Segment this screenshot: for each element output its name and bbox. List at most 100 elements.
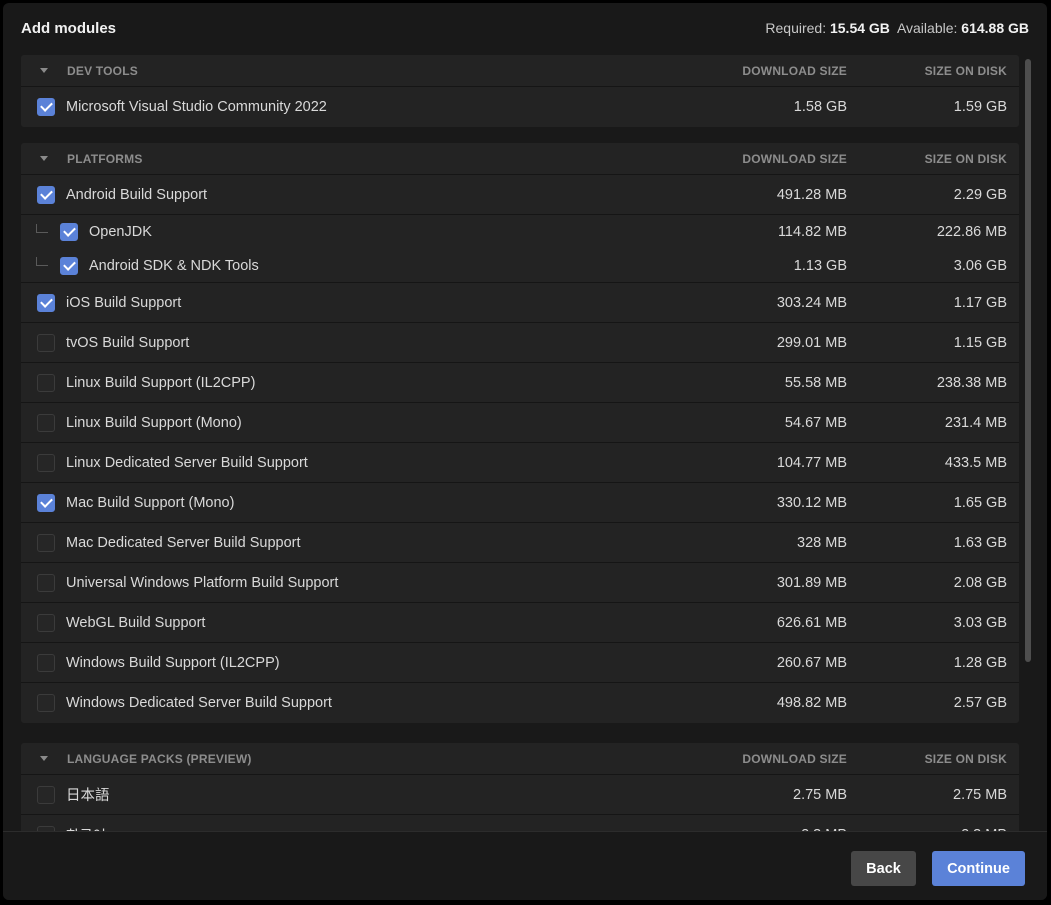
available-value: 614.88 GB bbox=[961, 20, 1029, 36]
modules-list[interactable]: DEV TOOLS DOWNLOAD SIZE SIZE ON DISK Micros… bbox=[3, 53, 1047, 831]
available-label: Available: bbox=[896, 20, 958, 36]
continue-button[interactable]: Continue bbox=[932, 851, 1025, 886]
module-name: Linux Dedicated Server Build Support bbox=[66, 454, 308, 471]
collapse-caret-icon[interactable] bbox=[40, 68, 48, 73]
module-name: Android SDK & NDK Tools bbox=[89, 257, 259, 274]
column-download-size: DOWNLOAD SIZE bbox=[742, 63, 847, 78]
module-row-item[interactable]: 한국어2.3 MB2.3 MB bbox=[21, 815, 1019, 831]
module-checkbox[interactable] bbox=[37, 413, 55, 432]
module-size-on-disk: 2.29 GB bbox=[953, 186, 1007, 203]
module-size-on-disk: 1.65 GB bbox=[953, 494, 1007, 511]
column-size-on-disk: SIZE ON DISK bbox=[924, 151, 1007, 166]
module-checkbox[interactable] bbox=[37, 373, 55, 392]
module-name: Windows Dedicated Server Build Support bbox=[66, 695, 332, 711]
top-bar: Add modules Required: 15.54 GB Available… bbox=[3, 3, 1047, 53]
column-download-size: DOWNLOAD SIZE bbox=[742, 751, 847, 766]
module-checkbox[interactable] bbox=[37, 533, 55, 552]
vertical-scrollbar[interactable] bbox=[1025, 59, 1031, 662]
module-row-webgl-build-support[interactable]: WebGL Build Support 626.61 MB 3.03 GB bbox=[21, 603, 1019, 643]
module-download-size: 114.82 MB bbox=[777, 224, 847, 240]
required-value: 15.54 GB bbox=[829, 20, 890, 36]
module-download-size: 303.24 MB bbox=[776, 294, 847, 311]
module-name: Linux Build Support (Mono) bbox=[66, 414, 242, 431]
module-name: Microsoft Visual Studio Community 2022 bbox=[66, 99, 327, 115]
module-size-on-disk: 238.38 MB bbox=[936, 374, 1007, 391]
section-header[interactable]: PLATFORMS DOWNLOAD SIZE SIZE ON DISK bbox=[21, 143, 1019, 175]
required-label: Required: bbox=[765, 20, 827, 36]
module-row-windows-dedicated-server-build-support[interactable]: Windows Dedicated Server Build Support 49… bbox=[21, 683, 1019, 723]
module-download-size: 301.89 MB bbox=[776, 574, 847, 591]
module-checkbox[interactable] bbox=[37, 613, 55, 632]
module-checkbox[interactable] bbox=[37, 293, 55, 312]
module-download-size: 491.28 MB bbox=[776, 186, 847, 203]
module-checkbox[interactable] bbox=[60, 223, 78, 241]
module-row-item[interactable]: 日本語 2.75 MB 2.75 MB bbox=[21, 775, 1019, 815]
module-checkbox[interactable] bbox=[37, 785, 55, 804]
module-row-microsoft-visual-studio-community-2022[interactable]: Microsoft Visual Studio Community 2022 1.… bbox=[21, 87, 1019, 127]
module-row-windows-build-support-il2cpp[interactable]: Windows Build Support (IL2CPP) 260.67 MB 1… bbox=[21, 643, 1019, 683]
module-row-mac-dedicated-server-build-support[interactable]: Mac Dedicated Server Build Support 328 MB… bbox=[21, 523, 1019, 563]
module-name: OpenJDK bbox=[89, 224, 152, 240]
section-dev-tools: DEV TOOLS DOWNLOAD SIZE SIZE ON DISK Micros… bbox=[21, 55, 1019, 127]
module-download-size: 55.58 MB bbox=[784, 374, 847, 391]
module-checkbox[interactable] bbox=[37, 573, 55, 592]
module-size-on-disk: 1.17 GB bbox=[953, 294, 1007, 311]
module-checkbox[interactable] bbox=[37, 185, 55, 204]
collapse-caret-icon[interactable] bbox=[40, 156, 48, 161]
module-name: tvOS Build Support bbox=[66, 334, 190, 351]
module-checkbox[interactable] bbox=[37, 694, 55, 712]
module-row-android-sdk-ndk-tools[interactable]: Android SDK & NDK Tools 1.13 GB 3.06 GB bbox=[21, 249, 1019, 283]
module-row-linux-build-support-il2cpp[interactable]: Linux Build Support (IL2CPP) 55.58 MB 238.… bbox=[21, 363, 1019, 403]
module-download-size: 260.67 MB bbox=[776, 654, 847, 671]
module-row-android-build-support[interactable]: Android Build Support 491.28 MB 2.29 GB bbox=[21, 175, 1019, 215]
module-download-size: 498.82 MB bbox=[776, 695, 847, 711]
module-size-on-disk: 1.28 GB bbox=[953, 654, 1007, 671]
module-name: Linux Build Support (IL2CPP) bbox=[66, 374, 256, 391]
module-name: Universal Windows Platform Build Support bbox=[66, 574, 339, 591]
section-header[interactable]: DEV TOOLS DOWNLOAD SIZE SIZE ON DISK bbox=[21, 55, 1019, 87]
module-name: Windows Build Support (IL2CPP) bbox=[66, 654, 280, 671]
module-size-on-disk: 3.03 GB bbox=[953, 614, 1007, 631]
module-checkbox[interactable] bbox=[37, 98, 55, 116]
tree-connector-icon bbox=[36, 223, 48, 233]
module-download-size: 2.75 MB bbox=[793, 786, 847, 803]
add-modules-window: Add modules Required: 15.54 GB Available… bbox=[3, 3, 1047, 900]
module-download-size: 104.77 MB bbox=[776, 454, 847, 471]
module-checkbox[interactable] bbox=[60, 256, 78, 275]
module-checkbox[interactable] bbox=[37, 453, 55, 472]
tree-connector-icon bbox=[36, 257, 48, 266]
disk-space-summary: Required: 15.54 GB Available: 614.88 GB bbox=[765, 20, 1029, 36]
module-row-ios-build-support[interactable]: iOS Build Support 303.24 MB 1.17 GB bbox=[21, 283, 1019, 323]
module-size-on-disk: 2.08 GB bbox=[953, 574, 1007, 591]
module-name: 日本語 bbox=[66, 788, 110, 804]
module-name: Mac Build Support (Mono) bbox=[66, 494, 235, 511]
module-download-size: 328 MB bbox=[797, 534, 847, 551]
module-name: iOS Build Support bbox=[66, 294, 182, 311]
module-download-size: 54.67 MB bbox=[784, 414, 847, 431]
module-download-size: 626.61 MB bbox=[776, 614, 847, 631]
section-title: PLATFORMS bbox=[67, 151, 143, 166]
footer-bar: Back Continue bbox=[3, 831, 1047, 900]
section-title: DEV TOOLS bbox=[67, 63, 138, 78]
module-row-mac-build-support-mono[interactable]: Mac Build Support (Mono) 330.12 MB 1.65 GB bbox=[21, 483, 1019, 523]
section-language-packs: LANGUAGE PACKS (PREVIEW) DOWNLOAD SIZE SIZ… bbox=[21, 743, 1019, 831]
column-size-on-disk: SIZE ON DISK bbox=[924, 63, 1007, 78]
module-download-size: 299.01 MB bbox=[776, 334, 847, 351]
module-row-universal-windows-platform-build-support[interactable]: Universal Windows Platform Build Support… bbox=[21, 563, 1019, 603]
module-name: Mac Dedicated Server Build Support bbox=[66, 534, 301, 551]
module-size-on-disk: 1.15 GB bbox=[953, 334, 1007, 351]
section-title: LANGUAGE PACKS (PREVIEW) bbox=[67, 751, 252, 766]
module-download-size: 1.58 GB bbox=[793, 99, 847, 115]
column-download-size: DOWNLOAD SIZE bbox=[742, 151, 847, 166]
module-size-on-disk: 433.5 MB bbox=[944, 454, 1007, 471]
module-row-tvos-build-support[interactable]: tvOS Build Support 299.01 MB 1.15 GB bbox=[21, 323, 1019, 363]
collapse-caret-icon[interactable] bbox=[40, 756, 48, 761]
module-checkbox[interactable] bbox=[37, 653, 55, 672]
module-row-linux-dedicated-server-build-support[interactable]: Linux Dedicated Server Build Support 104.… bbox=[21, 443, 1019, 483]
back-button[interactable]: Back bbox=[851, 851, 916, 886]
module-row-linux-build-support-mono[interactable]: Linux Build Support (Mono) 54.67 MB 231.4 … bbox=[21, 403, 1019, 443]
section-header[interactable]: LANGUAGE PACKS (PREVIEW) DOWNLOAD SIZE SIZ… bbox=[21, 743, 1019, 775]
module-row-openjdk[interactable]: OpenJDK 114.82 MB 222.86 MB bbox=[21, 215, 1019, 249]
module-checkbox[interactable] bbox=[37, 333, 55, 352]
module-checkbox[interactable] bbox=[37, 493, 55, 512]
